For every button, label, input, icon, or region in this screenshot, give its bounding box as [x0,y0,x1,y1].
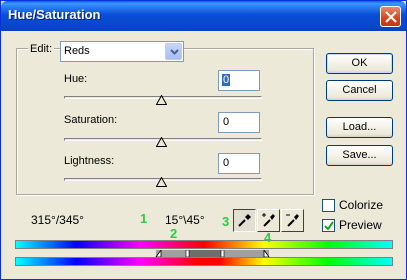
input-spectrum-bar [15,240,393,249]
eyedropper-plus-icon [262,213,275,227]
close-button[interactable] [380,6,401,27]
window-title: Hue/Saturation [8,7,101,22]
dropdown-button[interactable] [165,43,182,60]
lightness-value: 0 [223,157,230,169]
edit-label: Edit: [28,43,55,55]
eyedropper-minus-icon [286,214,299,227]
eyedropper-button[interactable] [233,209,256,232]
hue-label: Hue: [64,73,88,85]
checkmark-icon [324,221,334,231]
eyedropper-plus-button[interactable] [257,209,280,232]
preview-checkbox[interactable] [322,219,335,232]
color-range-slider[interactable] [15,250,393,257]
saturation-value: 0 [223,116,230,128]
output-spectrum-bar [15,257,393,266]
eyedropper-minus-button[interactable] [281,209,304,232]
close-icon [385,11,397,23]
annotation-4: 4 [264,230,272,245]
annotation-3: 3 [222,214,230,229]
annotation-1: 1 [140,211,148,226]
save-button[interactable]: Save... [326,145,393,166]
range-left-readout: 315°/345° [31,213,84,227]
chevron-down-icon [170,49,179,55]
lightness-label: Lightness: [64,155,115,167]
hue-saturation-dialog: Hue/Saturation Edit: Reds Hue: 0 Saturat… [0,0,407,280]
edit-channel-value: Reds [64,45,90,57]
title-bar[interactable]: Hue/Saturation [1,1,406,31]
preview-label: Preview [339,218,382,232]
cancel-button[interactable]: Cancel [326,80,393,101]
lightness-input[interactable]: 0 [218,153,260,174]
saturation-slider-thumb[interactable] [156,137,167,147]
hue-input[interactable]: 0 [218,70,260,91]
colorize-label: Colorize [339,198,384,212]
adjustment-group [16,48,314,195]
hue-slider-thumb[interactable] [156,95,167,105]
saturation-label: Saturation: [64,114,118,126]
edit-channel-select[interactable]: Reds [60,41,184,62]
ok-button[interactable]: OK [326,53,393,74]
saturation-input[interactable]: 0 [218,112,260,133]
hue-value: 0 [222,74,231,86]
range-right-readout: 15°\45° [165,213,205,227]
annotation-2: 2 [170,226,178,241]
colorize-checkbox[interactable] [322,199,335,212]
eyedropper-icon [238,214,251,227]
load-button[interactable]: Load... [326,117,393,138]
lightness-slider-thumb[interactable] [156,177,167,187]
